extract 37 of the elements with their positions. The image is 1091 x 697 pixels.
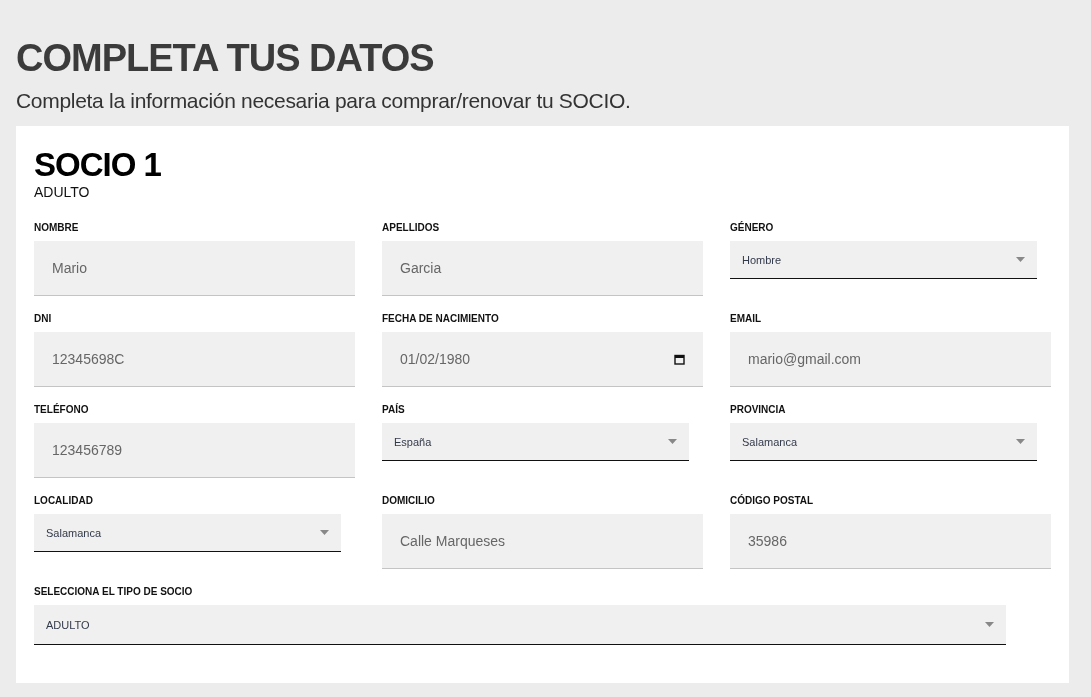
card-subtitle: ADULTO	[34, 184, 91, 200]
field-label: APELLIDOS	[382, 222, 441, 234]
field-label: CÓDIGO POSTAL	[730, 495, 815, 507]
page-title: COMPLETA TUS DATOS	[16, 36, 435, 80]
field-label: DOMICILIO	[382, 495, 436, 507]
dropdown-select[interactable]: Salamanca	[730, 423, 1037, 461]
field-label: DNI	[34, 313, 53, 325]
input-field[interactable]: 123456789	[34, 423, 355, 478]
card-title: SOCIO 1	[34, 146, 162, 184]
input-field[interactable]: Garcia	[382, 241, 703, 296]
field-label: SELECCIONA EL TIPO DE SOCIO	[34, 586, 194, 598]
input-field[interactable]: 12345698C	[34, 332, 355, 387]
dropdown-select[interactable]: Hombre	[730, 241, 1037, 279]
field-label: GÉNERO	[730, 222, 775, 234]
field-label: LOCALIDAD	[34, 495, 94, 507]
input-field[interactable]: mario@gmail.com	[730, 332, 1051, 387]
date-field[interactable]: 01/02/1980	[382, 332, 703, 387]
caret-icon	[668, 439, 677, 444]
field-label: PAÍS	[382, 404, 406, 416]
input-field[interactable]: Mario	[34, 241, 355, 296]
input-field[interactable]: Calle Marqueses	[382, 514, 703, 569]
field-label: TELÉFONO	[34, 404, 90, 416]
input-field[interactable]: 35986	[730, 514, 1051, 569]
dropdown-select[interactable]: Salamanca	[34, 514, 341, 552]
caret-icon	[1016, 439, 1025, 444]
field-label: EMAIL	[730, 313, 763, 325]
field-label: PROVINCIA	[730, 404, 787, 416]
field-label: FECHA DE NACIMIENTO	[382, 313, 500, 325]
caret-icon	[320, 530, 329, 535]
caret-icon	[985, 622, 994, 627]
dropdown-select[interactable]: España	[382, 423, 689, 461]
page-subtitle: Completa la información necesaria para comprar/renovar tu SOCIO.	[16, 88, 632, 114]
dropdown-select[interactable]: ADULTO	[34, 605, 1006, 645]
date-value: 01/02/1980	[400, 351, 471, 367]
field-label: NOMBRE	[34, 222, 80, 234]
calendar-icon[interactable]	[674, 353, 685, 365]
caret-icon	[1016, 257, 1025, 262]
